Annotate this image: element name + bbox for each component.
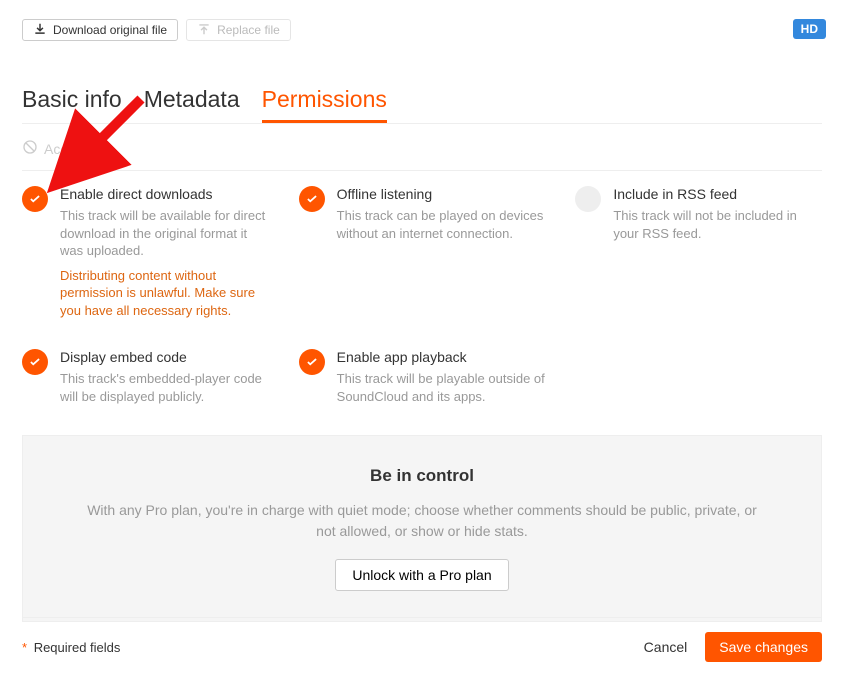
perm-desc: This track's embedded-player code will b… bbox=[60, 370, 269, 405]
replace-file-button: Replace file bbox=[186, 19, 291, 41]
perm-title: Enable app playback bbox=[337, 349, 546, 365]
perm-desc: This track will be available for direct … bbox=[60, 207, 269, 260]
checkmark-icon bbox=[22, 186, 48, 212]
perm-desc: This track will be playable outside of S… bbox=[337, 370, 546, 405]
replace-file-label: Replace file bbox=[217, 23, 280, 37]
checkmark-icon bbox=[299, 349, 325, 375]
checkmark-icon bbox=[22, 349, 48, 375]
pro-title: Be in control bbox=[83, 466, 761, 486]
perm-title: Include in RSS feed bbox=[613, 186, 822, 202]
tab-metadata[interactable]: Metadata bbox=[144, 86, 240, 123]
download-original-label: Download original file bbox=[53, 23, 167, 37]
perm-offline-listening[interactable]: Offline listening This track can be play… bbox=[299, 186, 546, 319]
tab-basic-info[interactable]: Basic info bbox=[22, 86, 122, 123]
checkmark-icon bbox=[299, 186, 325, 212]
perm-title: Enable direct downloads bbox=[60, 186, 269, 202]
tab-permissions[interactable]: Permissions bbox=[262, 86, 387, 123]
upload-icon bbox=[197, 22, 211, 39]
perm-rss-feed[interactable]: Include in RSS feed This track will not … bbox=[575, 186, 822, 319]
perm-app-playback[interactable]: Enable app playback This track will be p… bbox=[299, 349, 546, 405]
perm-desc: This track can be played on devices with… bbox=[337, 207, 546, 242]
required-fields-label: Required fields bbox=[34, 640, 121, 655]
perm-desc: This track will not be included in your … bbox=[613, 207, 822, 242]
perm-direct-downloads[interactable]: Enable direct downloads This track will … bbox=[22, 186, 269, 319]
download-icon bbox=[33, 22, 47, 39]
download-original-button[interactable]: Download original file bbox=[22, 19, 178, 41]
access-row: Acc bbox=[22, 139, 822, 158]
perm-warning: Distributing content without permission … bbox=[60, 267, 269, 320]
pro-desc: With any Pro plan, you're in charge with… bbox=[83, 500, 761, 541]
prohibit-icon bbox=[22, 139, 38, 158]
perm-embed-code[interactable]: Display embed code This track's embedded… bbox=[22, 349, 269, 405]
perm-title: Display embed code bbox=[60, 349, 269, 365]
access-label: Acc bbox=[44, 141, 67, 157]
pro-upsell-panel: Be in control With any Pro plan, you're … bbox=[22, 435, 822, 622]
unchecked-icon bbox=[575, 186, 601, 212]
asterisk-icon: * bbox=[22, 640, 27, 655]
cancel-button[interactable]: Cancel bbox=[644, 639, 688, 655]
required-fields-note: * Required fields bbox=[22, 640, 120, 655]
perm-title: Offline listening bbox=[337, 186, 546, 202]
save-changes-button[interactable]: Save changes bbox=[705, 632, 822, 662]
hd-badge: HD bbox=[793, 19, 826, 39]
unlock-pro-button[interactable]: Unlock with a Pro plan bbox=[335, 559, 508, 591]
